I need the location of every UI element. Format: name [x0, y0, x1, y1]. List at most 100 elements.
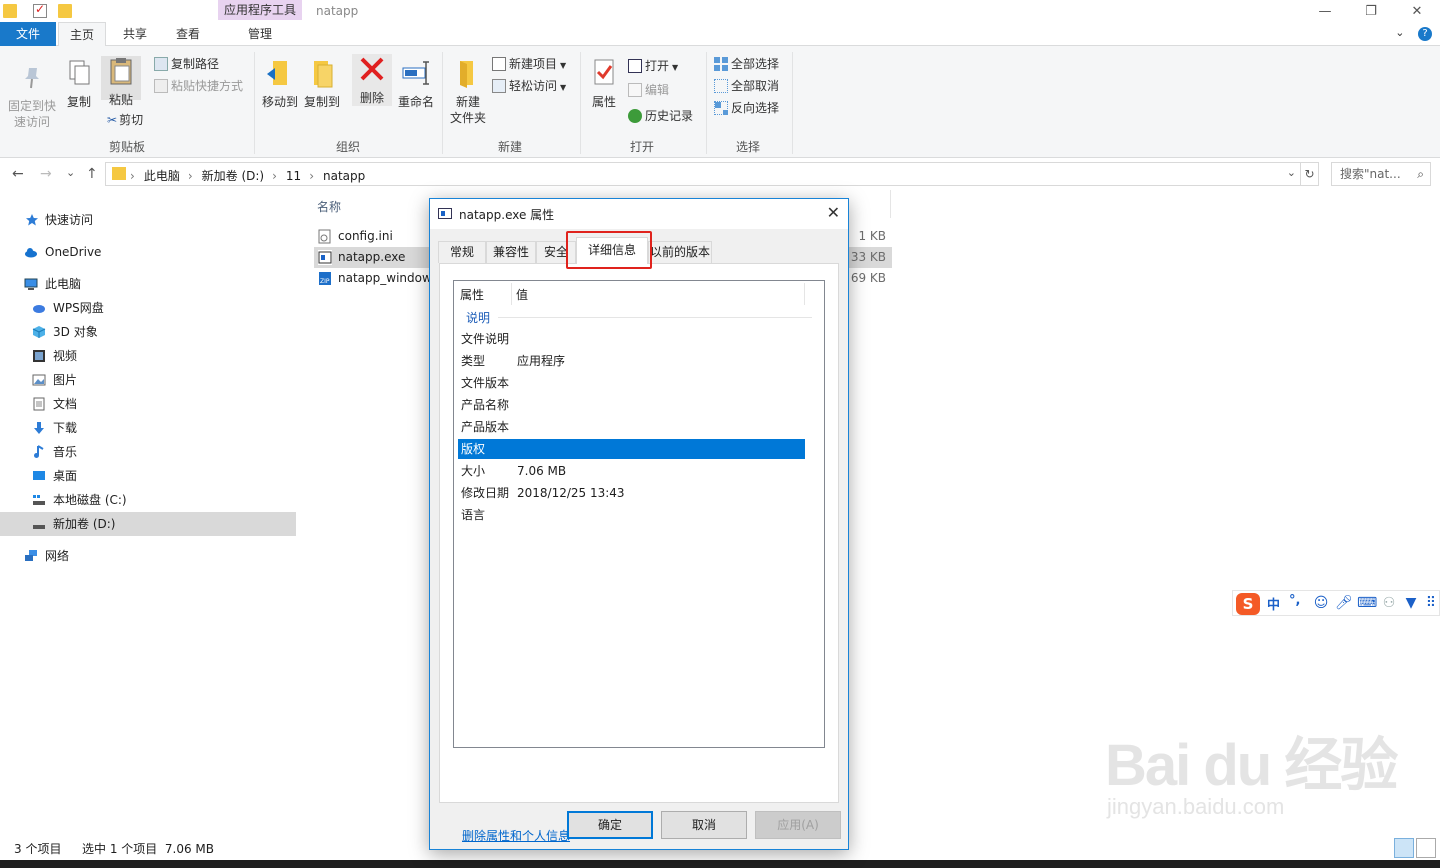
ime-language-toggle[interactable]: 中 — [1267, 594, 1280, 613]
open-button[interactable]: 打开 ▼ — [628, 58, 678, 76]
address-dropdown-icon[interactable]: ⌄ — [1287, 166, 1296, 179]
restore-button[interactable]: ❐ — [1348, 0, 1394, 24]
address-bar[interactable]: › 此电脑 › 新加卷 (D:) › 11 › natapp ⌄ — [105, 162, 1301, 186]
sogou-logo-icon[interactable]: S — [1236, 593, 1260, 615]
tab-general[interactable]: 常规 — [438, 241, 486, 263]
properties-quick-icon[interactable] — [33, 2, 47, 18]
emoji-icon[interactable]: ☺ — [1313, 595, 1329, 611]
column-separator[interactable] — [890, 190, 891, 218]
edit-button[interactable]: 编辑 — [628, 82, 669, 98]
invert-selection-button[interactable]: 反向选择 — [714, 100, 779, 116]
copy-button[interactable]: 复制 — [62, 58, 96, 110]
tab-share[interactable]: 共享 — [110, 22, 160, 46]
copy-path-icon — [154, 57, 168, 71]
column-header-value[interactable]: 值 — [516, 286, 528, 303]
tab-previous-versions[interactable]: 以前的版本 — [648, 241, 712, 263]
column-separator[interactable] — [511, 283, 512, 305]
property-row[interactable]: 产品版本 — [458, 417, 805, 437]
easy-access-button[interactable]: 轻松访问 ▼ — [492, 78, 566, 96]
new-item-button[interactable]: 新建项目 ▼ — [492, 56, 566, 74]
new-folder-quick-icon[interactable] — [58, 4, 72, 18]
apply-button[interactable]: 应用(A) — [755, 811, 841, 839]
breadcrumb-11[interactable]: 11 — [286, 169, 301, 183]
property-row[interactable]: 大小 7.06 MB — [458, 461, 805, 481]
remove-properties-link[interactable]: 删除属性和个人信息 — [462, 827, 570, 844]
select-all-button[interactable]: 全部选择 — [714, 56, 779, 72]
large-icons-view-button[interactable] — [1416, 838, 1436, 858]
close-window-button[interactable]: ✕ — [1394, 0, 1440, 24]
breadcrumb-separator[interactable]: › — [188, 169, 193, 183]
sidebar-item-drive-c[interactable]: 本地磁盘 (C:) — [0, 488, 296, 512]
sidebar-item-videos[interactable]: 视频 — [0, 344, 296, 368]
tab-view[interactable]: 查看 — [164, 22, 212, 46]
breadcrumb-separator[interactable]: › — [309, 169, 314, 183]
new-folder-button[interactable]: 新建 文件夹 — [448, 58, 488, 126]
help-icon[interactable]: ? — [1418, 27, 1432, 41]
sidebar-item-network[interactable]: 网络 — [0, 544, 296, 568]
breadcrumb-this-pc[interactable]: 此电脑 — [144, 169, 180, 183]
folder-icon[interactable] — [3, 4, 17, 18]
column-separator[interactable] — [804, 283, 805, 305]
details-view-button[interactable] — [1394, 838, 1414, 858]
cut-button[interactable]: ✂ 剪切 — [107, 112, 143, 128]
copy-path-button[interactable]: 复制路径 — [154, 56, 219, 72]
paste-shortcut-button[interactable]: 粘贴快捷方式 — [154, 78, 243, 94]
paste-button[interactable]: 粘贴 — [101, 56, 141, 107]
property-row[interactable]: 文件说明 — [458, 329, 805, 349]
sidebar-item-3d-objects[interactable]: 3D 对象 — [0, 320, 296, 344]
history-button[interactable]: 历史记录 — [628, 108, 693, 124]
sidebar-item-documents[interactable]: 文档 — [0, 392, 296, 416]
sidebar-item-this-pc[interactable]: 此电脑 — [0, 272, 296, 296]
sidebar-item-drive-d[interactable]: 新加卷 (D:) — [0, 512, 296, 536]
property-row[interactable]: 语言 — [458, 505, 805, 525]
tab-home[interactable]: 主页 — [58, 22, 106, 46]
column-header-property[interactable]: 属性 — [460, 286, 484, 303]
delete-button[interactable]: 删除 — [352, 54, 392, 106]
properties-button[interactable]: 属性 — [586, 58, 622, 110]
property-row-selected[interactable]: 版权 — [458, 439, 805, 459]
toolbox-icon[interactable]: ⠿ — [1423, 595, 1439, 611]
pin-quick-access-button[interactable]: 固定到快 速访问 — [6, 62, 58, 130]
refresh-button[interactable]: ↻ — [1301, 162, 1319, 186]
recent-locations-button[interactable]: ⌄ — [66, 166, 75, 179]
breadcrumb-natapp[interactable]: natapp — [323, 169, 365, 183]
sidebar-item-quick-access[interactable]: 快速访问 — [0, 208, 296, 232]
rename-button[interactable]: 重命名 — [396, 58, 436, 110]
property-row[interactable]: 修改日期 2018/12/25 13:43 — [458, 483, 805, 503]
sidebar-item-wps-cloud[interactable]: WPS网盘 — [0, 296, 296, 320]
search-icon[interactable]: ⌕ — [1417, 163, 1424, 185]
user-icon[interactable]: ⚇ — [1381, 595, 1397, 611]
keyboard-icon[interactable]: ⌨ — [1357, 595, 1377, 611]
ime-punctuation-toggle[interactable]: °, — [1289, 593, 1300, 608]
ribbon-expand-icon[interactable]: ⌄ — [1395, 26, 1404, 39]
sidebar-item-downloads[interactable]: 下载 — [0, 416, 296, 440]
property-row[interactable]: 类型 应用程序 — [458, 351, 805, 371]
column-header-name[interactable]: 名称 — [317, 198, 341, 215]
microphone-icon[interactable]: 🎤︎ — [1335, 595, 1353, 611]
tab-compatibility[interactable]: 兼容性 — [486, 241, 536, 263]
property-list[interactable]: 属性 值 说明 文件说明 类型 应用程序 文件版本 产品名称 产品版本 版权 大… — [453, 280, 825, 748]
property-row[interactable]: 产品名称 — [458, 395, 805, 415]
dialog-title-bar[interactable]: natapp.exe 属性 ✕ — [430, 199, 848, 229]
sidebar-item-music[interactable]: 音乐 — [0, 440, 296, 464]
sidebar-item-onedrive[interactable]: OneDrive — [0, 240, 296, 264]
property-row[interactable]: 文件版本 — [458, 373, 805, 393]
skin-icon[interactable]: ▼ — [1403, 595, 1419, 611]
copy-to-button[interactable]: 复制到 — [302, 58, 342, 110]
ok-button[interactable]: 确定 — [567, 811, 653, 839]
close-dialog-button[interactable]: ✕ — [827, 203, 840, 222]
minimize-button[interactable]: — — [1302, 0, 1348, 24]
sidebar-item-desktop[interactable]: 桌面 — [0, 464, 296, 488]
tab-file[interactable]: 文件 — [0, 22, 56, 46]
breadcrumb-separator[interactable]: › — [272, 169, 277, 183]
up-button[interactable]: ↑ — [86, 166, 98, 182]
back-button[interactable]: ← — [12, 166, 24, 182]
search-input[interactable]: 搜索"nat... ⌕ — [1331, 162, 1431, 186]
move-to-button[interactable]: 移动到 — [260, 58, 300, 110]
select-none-button[interactable]: 全部取消 — [714, 78, 779, 94]
breadcrumb-drive-d[interactable]: 新加卷 (D:) — [202, 169, 264, 183]
sidebar-item-pictures[interactable]: 图片 — [0, 368, 296, 392]
cancel-button[interactable]: 取消 — [661, 811, 747, 839]
tab-manage[interactable]: 管理 — [218, 22, 302, 46]
forward-button[interactable]: → — [40, 166, 52, 182]
